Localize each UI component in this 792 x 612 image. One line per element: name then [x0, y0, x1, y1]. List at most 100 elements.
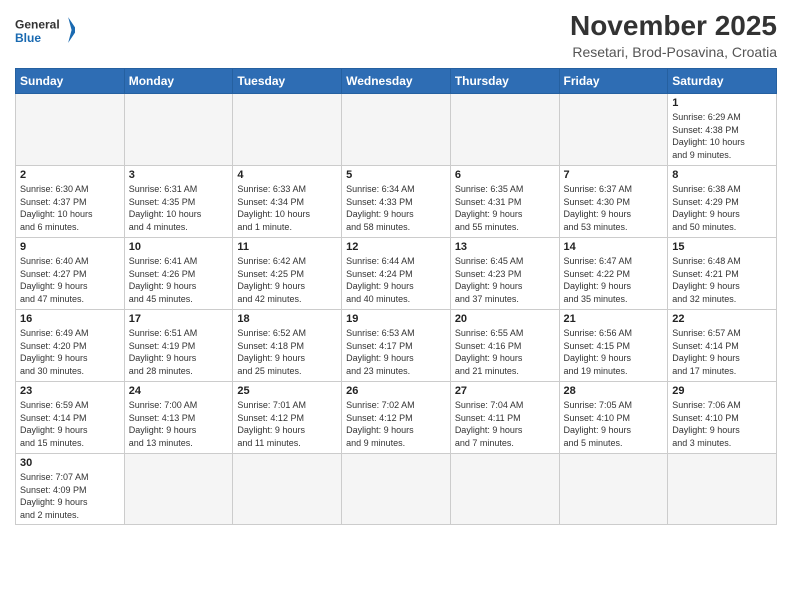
calendar-cell	[668, 454, 777, 525]
weekday-header: Sunday	[16, 69, 125, 94]
day-info: Sunrise: 6:31 AMSunset: 4:35 PMDaylight:…	[129, 183, 229, 233]
calendar-cell: 8Sunrise: 6:38 AMSunset: 4:29 PMDaylight…	[668, 166, 777, 238]
day-number: 8	[672, 169, 772, 181]
calendar-cell	[124, 454, 233, 525]
calendar-cell: 1Sunrise: 6:29 AMSunset: 4:38 PMDaylight…	[668, 94, 777, 166]
day-info: Sunrise: 7:00 AMSunset: 4:13 PMDaylight:…	[129, 399, 229, 449]
day-number: 7	[564, 169, 664, 181]
calendar-cell: 28 Sunrise: 7:05 AMSunset: 4:10 PMDayligh…	[559, 382, 668, 454]
weekday-header: Thursday	[450, 69, 559, 94]
calendar-cell: 2Sunrise: 6:30 AMSunset: 4:37 PMDaylight…	[16, 166, 125, 238]
calendar-cell: 26 Sunrise: 7:02 AMSunset: 4:12 PMDayligh…	[342, 382, 451, 454]
day-info: Sunrise: 6:33 AMSunset: 4:34 PMDaylight:…	[237, 183, 337, 233]
calendar-cell	[450, 454, 559, 525]
month-year: November 2025	[570, 10, 777, 42]
calendar-cell: 14 Sunrise: 6:47 AMSunset: 4:22 PMDayligh…	[559, 238, 668, 310]
calendar-cell: 18 Sunrise: 6:52 AMSunset: 4:18 PMDayligh…	[233, 310, 342, 382]
calendar-cell: 27Sunrise: 7:04 AMSunset: 4:11 PMDayligh…	[450, 382, 559, 454]
calendar-cell: 16 Sunrise: 6:49 AMSunset: 4:20 PMDayligh…	[16, 310, 125, 382]
calendar-cell: 20Sunrise: 6:55 AMSunset: 4:16 PMDayligh…	[450, 310, 559, 382]
day-number: 2	[20, 169, 120, 181]
day-info: Sunrise: 6:49 AMSunset: 4:20 PMDaylight:…	[20, 327, 120, 377]
weekday-header: Saturday	[668, 69, 777, 94]
day-number: 26	[346, 385, 446, 397]
day-number: 15	[672, 241, 772, 253]
calendar-cell	[450, 94, 559, 166]
calendar-cell: 25 Sunrise: 7:01 AMSunset: 4:12 PMDayligh…	[233, 382, 342, 454]
day-info: Sunrise: 7:06 AMSunset: 4:10 PMDaylight:…	[672, 399, 772, 449]
calendar-cell: 9Sunrise: 6:40 AMSunset: 4:27 PMDaylight…	[16, 238, 125, 310]
day-info: Sunrise: 6:51 AMSunset: 4:19 PMDaylight:…	[129, 327, 229, 377]
day-number: 11	[237, 241, 337, 253]
calendar-cell: 19 Sunrise: 6:53 AMSunset: 4:17 PMDayligh…	[342, 310, 451, 382]
day-number: 4	[237, 169, 337, 181]
day-number: 27	[455, 385, 555, 397]
weekday-header: Wednesday	[342, 69, 451, 94]
day-info: Sunrise: 6:52 AMSunset: 4:18 PMDaylight:…	[237, 327, 337, 377]
location: Resetari, Brod-Posavina, Croatia	[570, 44, 777, 60]
day-info: Sunrise: 6:35 AMSunset: 4:31 PMDaylight:…	[455, 183, 555, 233]
logo-svg: General Blue	[15, 10, 75, 50]
calendar-cell	[233, 94, 342, 166]
day-number: 14	[564, 241, 664, 253]
day-number: 1	[672, 97, 772, 109]
calendar-cell	[559, 94, 668, 166]
logo: General Blue	[15, 10, 75, 50]
day-info: Sunrise: 6:53 AMSunset: 4:17 PMDaylight:…	[346, 327, 446, 377]
weekday-header: Monday	[124, 69, 233, 94]
day-number: 16	[20, 313, 120, 325]
calendar-table: SundayMondayTuesdayWednesdayThursdayFrid…	[15, 68, 777, 525]
calendar-cell: 5 Sunrise: 6:34 AMSunset: 4:33 PMDaylight…	[342, 166, 451, 238]
calendar-cell	[342, 454, 451, 525]
day-number: 25	[237, 385, 337, 397]
calendar-cell: 29 Sunrise: 7:06 AMSunset: 4:10 PMDayligh…	[668, 382, 777, 454]
day-info: Sunrise: 7:01 AMSunset: 4:12 PMDaylight:…	[237, 399, 337, 449]
calendar-cell	[342, 94, 451, 166]
calendar-cell	[559, 454, 668, 525]
day-number: 17	[129, 313, 229, 325]
calendar-cell: 4 Sunrise: 6:33 AMSunset: 4:34 PMDaylight…	[233, 166, 342, 238]
calendar-cell: 24 Sunrise: 7:00 AMSunset: 4:13 PMDayligh…	[124, 382, 233, 454]
day-info: Sunrise: 6:34 AMSunset: 4:33 PMDaylight:…	[346, 183, 446, 233]
day-number: 18	[237, 313, 337, 325]
day-info: Sunrise: 7:05 AMSunset: 4:10 PMDaylight:…	[564, 399, 664, 449]
day-info: Sunrise: 7:02 AMSunset: 4:12 PMDaylight:…	[346, 399, 446, 449]
day-info: Sunrise: 6:40 AMSunset: 4:27 PMDaylight:…	[20, 255, 120, 305]
page-header: General Blue November 2025 Resetari, Bro…	[15, 10, 777, 60]
day-number: 24	[129, 385, 229, 397]
calendar-cell: 30Sunrise: 7:07 AMSunset: 4:09 PMDayligh…	[16, 454, 125, 525]
day-number: 5	[346, 169, 446, 181]
calendar-cell: 21 Sunrise: 6:56 AMSunset: 4:15 PMDayligh…	[559, 310, 668, 382]
day-number: 3	[129, 169, 229, 181]
calendar-cell	[16, 94, 125, 166]
day-number: 6	[455, 169, 555, 181]
day-number: 28	[564, 385, 664, 397]
day-info: Sunrise: 6:42 AMSunset: 4:25 PMDaylight:…	[237, 255, 337, 305]
day-number: 29	[672, 385, 772, 397]
day-info: Sunrise: 6:37 AMSunset: 4:30 PMDaylight:…	[564, 183, 664, 233]
calendar-cell: 15 Sunrise: 6:48 AMSunset: 4:21 PMDayligh…	[668, 238, 777, 310]
day-number: 12	[346, 241, 446, 253]
calendar-cell: 3 Sunrise: 6:31 AMSunset: 4:35 PMDaylight…	[124, 166, 233, 238]
weekday-header: Tuesday	[233, 69, 342, 94]
day-info: Sunrise: 6:56 AMSunset: 4:15 PMDaylight:…	[564, 327, 664, 377]
day-info: Sunrise: 6:57 AMSunset: 4:14 PMDaylight:…	[672, 327, 772, 377]
day-info: Sunrise: 6:44 AMSunset: 4:24 PMDaylight:…	[346, 255, 446, 305]
day-number: 23	[20, 385, 120, 397]
calendar-cell: 6 Sunrise: 6:35 AMSunset: 4:31 PMDaylight…	[450, 166, 559, 238]
day-info: Sunrise: 6:48 AMSunset: 4:21 PMDaylight:…	[672, 255, 772, 305]
weekday-header: Friday	[559, 69, 668, 94]
day-info: Sunrise: 6:45 AMSunset: 4:23 PMDaylight:…	[455, 255, 555, 305]
calendar-cell: 12 Sunrise: 6:44 AMSunset: 4:24 PMDayligh…	[342, 238, 451, 310]
calendar-cell	[233, 454, 342, 525]
day-info: Sunrise: 6:59 AMSunset: 4:14 PMDaylight:…	[20, 399, 120, 449]
day-number: 21	[564, 313, 664, 325]
day-info: Sunrise: 6:55 AMSunset: 4:16 PMDaylight:…	[455, 327, 555, 377]
calendar-cell: 23 Sunrise: 6:59 AMSunset: 4:14 PMDayligh…	[16, 382, 125, 454]
calendar-cell: 7 Sunrise: 6:37 AMSunset: 4:30 PMDaylight…	[559, 166, 668, 238]
day-number: 13	[455, 241, 555, 253]
day-info: Sunrise: 6:47 AMSunset: 4:22 PMDaylight:…	[564, 255, 664, 305]
day-number: 19	[346, 313, 446, 325]
calendar-cell: 10Sunrise: 6:41 AMSunset: 4:26 PMDayligh…	[124, 238, 233, 310]
title-block: November 2025 Resetari, Brod-Posavina, C…	[570, 10, 777, 60]
